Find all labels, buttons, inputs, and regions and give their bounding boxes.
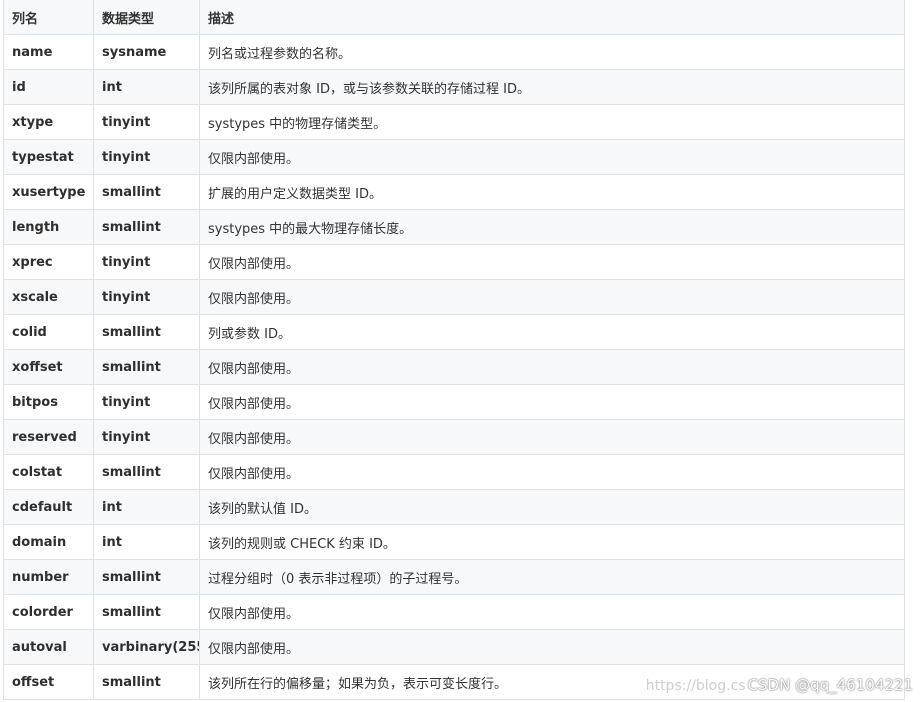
cell-column-name: typestat bbox=[3, 139, 94, 175]
table-row: colorder smallint 仅限内部使用。 bbox=[3, 594, 905, 630]
cell-data-type: smallint bbox=[93, 664, 200, 700]
cell-data-type: int bbox=[93, 69, 200, 105]
cell-column-name: xtype bbox=[3, 104, 94, 140]
table-row: name sysname 列名或过程参数的名称。 bbox=[3, 34, 905, 70]
cell-description: 该列的规则或 CHECK 约束 ID。 bbox=[199, 524, 905, 560]
cell-column-name: reserved bbox=[3, 419, 94, 455]
columns-table: 列名 数据类型 描述 name sysname 列名或过程参数的名称。 id int 该列… bbox=[3, 0, 905, 700]
cell-description: 列名或过程参数的名称。 bbox=[199, 34, 905, 70]
table-row: typestat tinyint 仅限内部使用。 bbox=[3, 139, 905, 175]
table-row: number smallint 过程分组时（0 表示非过程项）的子过程号。 bbox=[3, 559, 905, 595]
table-row: colstat smallint 仅限内部使用。 bbox=[3, 454, 905, 490]
cell-data-type: smallint bbox=[93, 209, 200, 245]
table-row: xusertype smallint 扩展的用户定义数据类型 ID。 bbox=[3, 174, 905, 210]
cell-description: 仅限内部使用。 bbox=[199, 244, 905, 280]
table-row: colid smallint 列或参数 ID。 bbox=[3, 314, 905, 350]
watermark-text: CSDN @qq_46104221 bbox=[747, 676, 913, 694]
cell-data-type: tinyint bbox=[93, 419, 200, 455]
cell-column-name: number bbox=[3, 559, 94, 595]
cell-column-name: colstat bbox=[3, 454, 94, 490]
cell-data-type: smallint bbox=[93, 314, 200, 350]
table-row: domain int 该列的规则或 CHECK 约束 ID。 bbox=[3, 524, 905, 560]
cell-description: 仅限内部使用。 bbox=[199, 419, 905, 455]
cell-column-name: id bbox=[3, 69, 94, 105]
header-row: 列名 数据类型 描述 bbox=[3, 0, 905, 35]
cell-data-type: int bbox=[93, 489, 200, 525]
cell-data-type: tinyint bbox=[93, 104, 200, 140]
cell-column-name: colid bbox=[3, 314, 94, 350]
cell-description: 该列的默认值 ID。 bbox=[199, 489, 905, 525]
table-row: xprec tinyint 仅限内部使用。 bbox=[3, 244, 905, 280]
table-row: xoffset smallint 仅限内部使用。 bbox=[3, 349, 905, 385]
table-row: autovalvarbinary(255)仅限内部使用。 bbox=[3, 629, 905, 665]
table-row: bitpos tinyint 仅限内部使用。 bbox=[3, 384, 905, 420]
cell-data-type: smallint bbox=[93, 349, 200, 385]
cell-description: systypes 中的最大物理存储长度。 bbox=[199, 209, 905, 245]
watermark-url: https://blog.cs bbox=[645, 678, 746, 694]
cell-column-name: cdefault bbox=[3, 489, 94, 525]
cell-data-type: tinyint bbox=[93, 384, 200, 420]
cell-column-name: offset bbox=[3, 664, 94, 700]
cell-data-type: smallint bbox=[93, 454, 200, 490]
cell-column-name: xusertype bbox=[3, 174, 94, 210]
table-row: cdefault int 该列的默认值 ID。 bbox=[3, 489, 905, 525]
page: 列名 数据类型 描述 name sysname 列名或过程参数的名称。 id int 该列… bbox=[0, 0, 923, 702]
cell-description: 仅限内部使用。 bbox=[199, 454, 905, 490]
watermark: https://blog.cs CSDN @qq_46104221 bbox=[646, 676, 913, 694]
header-description: 描述 bbox=[199, 0, 905, 35]
cell-column-name: xprec bbox=[3, 244, 94, 280]
table-row: xtype tinyint systypes 中的物理存储类型。 bbox=[3, 104, 905, 140]
cell-description: systypes 中的物理存储类型。 bbox=[199, 104, 905, 140]
table-row: id int 该列所属的表对象 ID，或与该参数关联的存储过程 ID。 bbox=[3, 69, 905, 105]
cell-column-name: bitpos bbox=[3, 384, 94, 420]
cell-data-type: sysname bbox=[93, 34, 200, 70]
cell-data-type: tinyint bbox=[93, 279, 200, 315]
header-data-type: 数据类型 bbox=[93, 0, 200, 35]
cell-column-name: colorder bbox=[3, 594, 94, 630]
cell-data-type: tinyint bbox=[93, 244, 200, 280]
header-column-name: 列名 bbox=[3, 0, 94, 35]
table-row: reserved tinyint 仅限内部使用。 bbox=[3, 419, 905, 455]
cell-column-name: autoval bbox=[3, 629, 94, 665]
cell-column-name: length bbox=[3, 209, 94, 245]
table-body: name sysname 列名或过程参数的名称。 id int 该列所属的表对象 ID，或… bbox=[3, 34, 905, 700]
table-row: length smallint systypes 中的最大物理存储长度。 bbox=[3, 209, 905, 245]
cell-data-type: smallint bbox=[93, 174, 200, 210]
cell-description: 扩展的用户定义数据类型 ID。 bbox=[199, 174, 905, 210]
cell-description: 该列所属的表对象 ID，或与该参数关联的存储过程 ID。 bbox=[199, 69, 905, 105]
cell-data-type: smallint bbox=[93, 594, 200, 630]
cell-description: 仅限内部使用。 bbox=[199, 139, 905, 175]
cell-description: 仅限内部使用。 bbox=[199, 594, 905, 630]
table-row: xscale tinyint 仅限内部使用。 bbox=[3, 279, 905, 315]
cell-description: 仅限内部使用。 bbox=[199, 279, 905, 315]
cell-data-type: int bbox=[93, 524, 200, 560]
cell-data-type: smallint bbox=[93, 559, 200, 595]
cell-column-name: domain bbox=[3, 524, 94, 560]
cell-description: 列或参数 ID。 bbox=[199, 314, 905, 350]
cell-column-name: xscale bbox=[3, 279, 94, 315]
cell-data-type: tinyint bbox=[93, 139, 200, 175]
cell-description: 仅限内部使用。 bbox=[199, 384, 905, 420]
cell-description: 过程分组时（0 表示非过程项）的子过程号。 bbox=[199, 559, 905, 595]
cell-description: 仅限内部使用。 bbox=[199, 349, 905, 385]
cell-data-type: varbinary(255) bbox=[93, 629, 200, 665]
cell-column-name: xoffset bbox=[3, 349, 94, 385]
cell-description: 仅限内部使用。 bbox=[199, 629, 905, 665]
cell-column-name: name bbox=[3, 34, 94, 70]
